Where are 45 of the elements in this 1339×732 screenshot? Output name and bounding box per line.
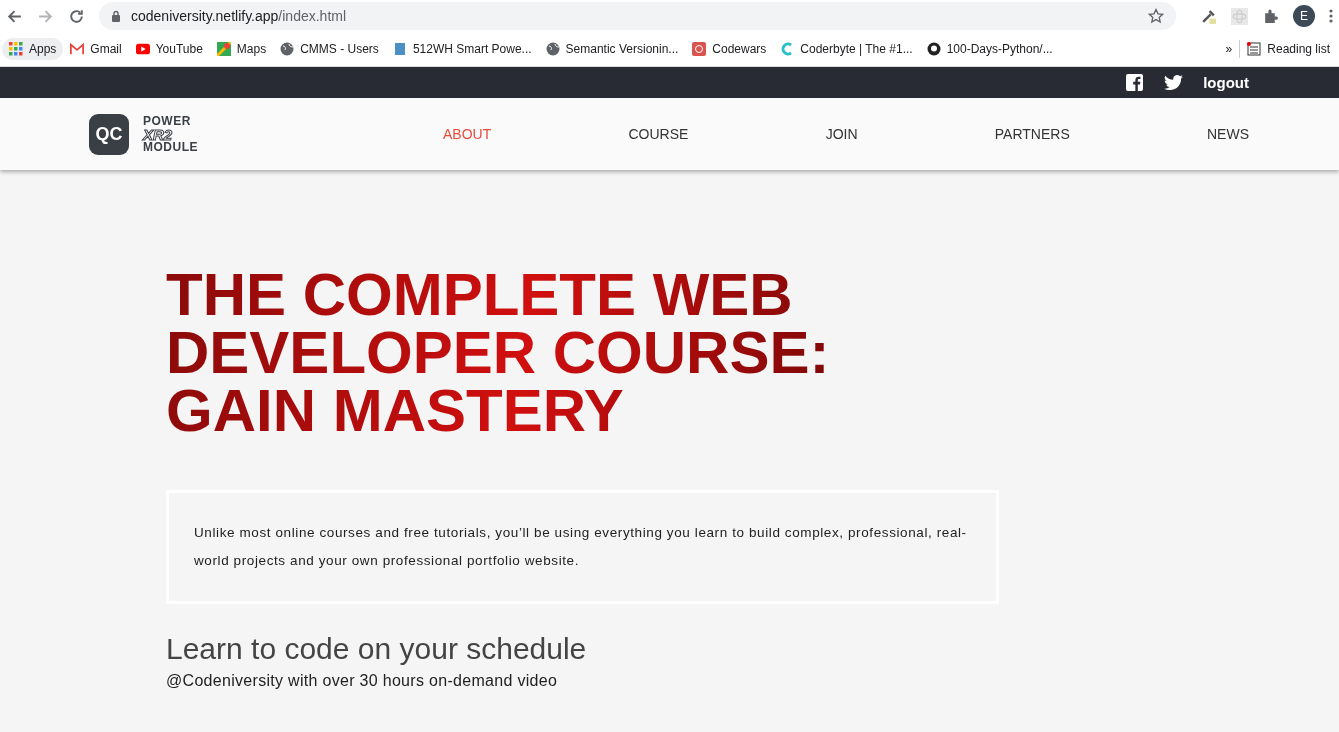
logout-link[interactable]: logout xyxy=(1203,74,1249,91)
globe-icon xyxy=(280,42,295,56)
reload-icon[interactable] xyxy=(68,7,85,25)
bookmark-item[interactable]: Maps xyxy=(209,38,274,60)
nav-link[interactable]: JOIN xyxy=(825,126,858,142)
logo-text: MODULE xyxy=(143,140,198,154)
eyedropper-icon[interactable] xyxy=(1200,7,1217,25)
logo-text: POWER xyxy=(143,114,192,128)
bookmark-item[interactable]: Codewars xyxy=(685,38,774,60)
bookmark-item[interactable]: 100-Days-Python/... xyxy=(919,38,1060,60)
nav-link[interactable]: ABOUT xyxy=(443,126,492,142)
document-icon xyxy=(392,42,407,56)
profile-avatar[interactable]: E xyxy=(1293,5,1315,27)
star-icon[interactable] xyxy=(1148,8,1164,24)
bookmark-item[interactable]: CMMS - Users xyxy=(273,38,386,60)
grid-icon xyxy=(9,42,23,56)
overflow-chevron[interactable]: » xyxy=(1218,38,1240,60)
bookmark-item[interactable]: Semantic Versionin... xyxy=(538,38,686,60)
bookmark-item[interactable]: YouTube xyxy=(128,38,210,60)
logo[interactable]: QC POWER XR2 MODULE xyxy=(89,113,198,155)
intro-paragraph: Unlike most online courses and free tutorials, you’ll be using everything you learn to build complex, professional, real-world projects and your own professional portfolio website. xyxy=(166,490,999,604)
section-heading: Learn to code on your schedule xyxy=(166,632,588,666)
nav-link[interactable]: NEWS xyxy=(1207,126,1249,142)
address-bar[interactable]: codeniversity.netlify.app/index.html xyxy=(99,2,1176,30)
map-icon xyxy=(216,42,231,56)
bookmark-item[interactable]: Apps xyxy=(2,38,64,60)
reading-list-button[interactable]: Reading list xyxy=(1240,38,1337,60)
url-text: codeniversity.netlify.app/index.html xyxy=(131,8,348,24)
envelope-icon xyxy=(70,42,85,56)
puzzle-icon[interactable] xyxy=(1262,7,1279,25)
bookmark-item[interactable]: 512WH Smart Powe... xyxy=(385,38,539,60)
nav-link[interactable]: COURSE xyxy=(628,126,689,142)
bookmark-item[interactable]: Gmail xyxy=(63,38,129,60)
logo-badge: QC xyxy=(89,113,129,155)
facebook-icon[interactable] xyxy=(1125,74,1145,91)
lock-icon xyxy=(111,10,121,22)
bookmark-item[interactable]: Coderbyte | The #1... xyxy=(773,38,920,60)
play-icon xyxy=(135,42,150,56)
globe-icon xyxy=(545,42,560,56)
menu-icon[interactable] xyxy=(1329,8,1333,24)
twitter-icon[interactable] xyxy=(1164,74,1184,91)
logo-text: XR2 xyxy=(143,127,173,141)
nav-link[interactable]: PARTNERS xyxy=(994,126,1070,142)
tagline-text: @Codeniversity with over 30 hours on-demand video xyxy=(166,672,559,690)
list-icon xyxy=(1247,42,1262,56)
